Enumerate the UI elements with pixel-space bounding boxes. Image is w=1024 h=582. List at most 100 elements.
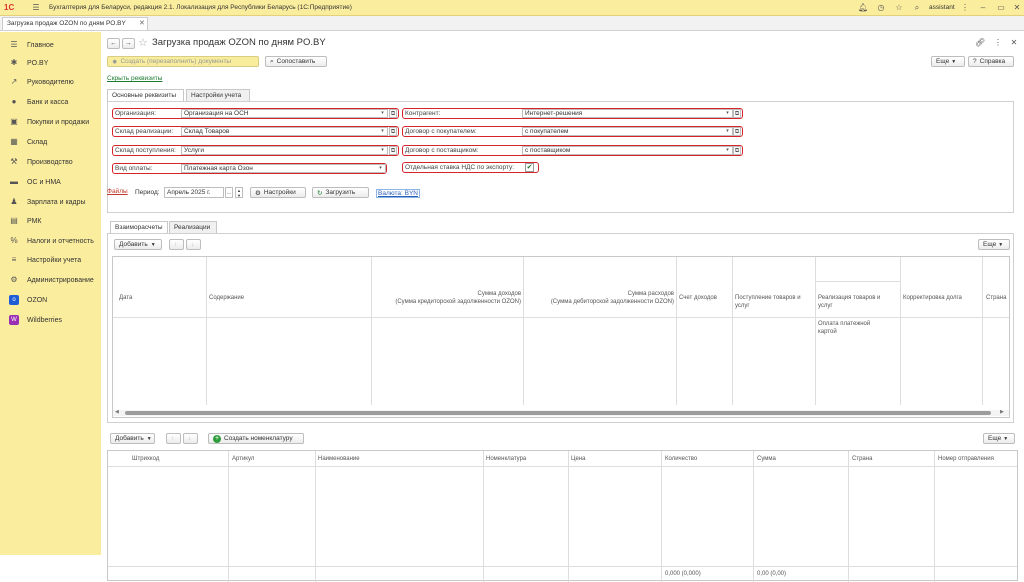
chevron-down-icon[interactable]: ▾ bbox=[724, 127, 731, 136]
open-icon[interactable]: ⧉ bbox=[389, 127, 397, 136]
sidebar-item-taxes[interactable]: % Налоги и отчетность bbox=[0, 232, 101, 250]
settings-button[interactable]: ⚙ Настройки bbox=[250, 187, 306, 198]
chevron-down-icon[interactable]: ▾ bbox=[379, 146, 386, 155]
favorite-star-icon[interactable]: ☆ bbox=[138, 36, 148, 49]
minimize-icon[interactable]: – bbox=[978, 3, 988, 13]
files-link[interactable]: Файлы bbox=[107, 188, 128, 195]
open-icon[interactable]: ⧉ bbox=[733, 127, 741, 136]
sale-warehouse-field[interactable]: Склад Товаров bbox=[181, 127, 388, 136]
col-content[interactable]: Содержание bbox=[209, 295, 244, 302]
organization-field[interactable]: Организация на ОСН bbox=[181, 109, 388, 118]
col-goods-receipt[interactable]: Поступление товаров и bbox=[735, 295, 801, 302]
sidebar-item-production[interactable]: ⚒ Производство bbox=[0, 153, 101, 171]
back-button[interactable]: ← bbox=[107, 38, 120, 49]
col-country[interactable]: Страна bbox=[986, 295, 1006, 302]
period-dots-icon[interactable]: … bbox=[225, 187, 233, 198]
currency-link[interactable]: Валюта: BYN bbox=[376, 189, 420, 198]
tab-close-icon[interactable]: ✕ bbox=[139, 19, 145, 27]
sidebar-item-rmk[interactable]: ▤ РМК bbox=[0, 212, 101, 230]
col-income-account[interactable]: Счет доходов bbox=[679, 295, 717, 302]
col-quantity[interactable]: Количество bbox=[665, 456, 697, 463]
col-shipment-number[interactable]: Номер отправления bbox=[938, 456, 994, 463]
col-price[interactable]: Цена bbox=[571, 456, 585, 463]
settings-menu-icon[interactable]: ⋮ bbox=[960, 3, 970, 13]
restore-icon[interactable]: ▭ bbox=[996, 3, 1006, 13]
sidebar-item-salary[interactable]: ♟ Зарплата и кадры bbox=[0, 193, 101, 211]
hide-details-link[interactable]: Скрыть реквизиты bbox=[107, 75, 162, 82]
sidebar-item-bank[interactable]: ● Банк и касса bbox=[0, 93, 101, 111]
sidebar-item-manager[interactable]: ↗ Руководителю bbox=[0, 73, 101, 91]
sidebar-item-wildberries[interactable]: W Wildberries bbox=[0, 311, 101, 329]
chevron-down-icon[interactable]: ▾ bbox=[377, 164, 384, 173]
add-row-button[interactable]: Добавить ▼ bbox=[110, 433, 155, 444]
help-button[interactable]: ? Справка bbox=[968, 56, 1014, 67]
scroll-right-icon[interactable]: ▶ bbox=[1000, 409, 1004, 415]
open-icon[interactable]: ⧉ bbox=[733, 109, 741, 118]
col-barcode[interactable]: Штрихкод bbox=[132, 456, 159, 463]
more-menu-icon[interactable]: ⋮ bbox=[993, 38, 1003, 48]
sidebar-item-warehouse[interactable]: ▦ Склад bbox=[0, 133, 101, 151]
link-icon[interactable]: 🔗︎ bbox=[975, 38, 985, 48]
period-field[interactable]: Апрель 2025 г. bbox=[164, 187, 224, 198]
tab-accounting-settings[interactable]: Настройки учета bbox=[186, 89, 250, 101]
col-debt-correction[interactable]: Корректировка долга bbox=[903, 295, 962, 302]
receipt-warehouse-field[interactable]: Услуги bbox=[181, 146, 388, 155]
load-button[interactable]: ↻ Загрузить bbox=[312, 187, 369, 198]
sidebar-item-purchases[interactable]: ▣ Покупки и продажи bbox=[0, 113, 101, 131]
create-documents-button[interactable]: ✸ Создать (перезаполнить) документы bbox=[107, 56, 259, 67]
vat-export-checkbox[interactable]: ✔ bbox=[525, 163, 534, 172]
tab-document[interactable]: Загрузка продаж OZON по дням PO.BY ✕ bbox=[2, 17, 148, 30]
sidebar-item-ozon[interactable]: o OZON bbox=[0, 291, 101, 309]
sidebar-item-accounting-settings[interactable]: ≡ Настройки учета bbox=[0, 251, 101, 269]
sidebar-item-main[interactable]: ☰ Главное bbox=[0, 36, 101, 54]
col-expense[interactable]: Сумма расходов bbox=[527, 291, 674, 298]
col-article[interactable]: Артикул bbox=[232, 456, 254, 463]
close-icon[interactable]: ✕ bbox=[1012, 3, 1022, 13]
horizontal-scrollbar[interactable]: ◀ ▶ bbox=[113, 409, 1009, 416]
col-card-payment[interactable]: Оплата платежной bbox=[818, 321, 870, 328]
chevron-down-icon[interactable]: ▾ bbox=[379, 127, 386, 136]
customer-contract-field[interactable]: с покупателем bbox=[522, 127, 733, 136]
row-down-button[interactable]: ↓ bbox=[183, 433, 198, 444]
favorites-icon[interactable]: ☆ bbox=[894, 3, 904, 13]
add-button[interactable]: Добавить ▼ bbox=[114, 239, 162, 250]
close-form-icon[interactable]: ✕ bbox=[1009, 38, 1019, 48]
supplier-contract-field[interactable]: с поставщиком bbox=[522, 146, 733, 155]
chevron-down-icon[interactable]: ▾ bbox=[724, 146, 731, 155]
chevron-down-icon[interactable]: ▾ bbox=[379, 109, 386, 118]
open-icon[interactable]: ⧉ bbox=[389, 109, 397, 118]
move-up-button[interactable]: ↑ bbox=[169, 239, 184, 250]
table1-more-button[interactable]: Еще ▼ bbox=[978, 239, 1010, 250]
tab-settlements[interactable]: Взаиморасчеты bbox=[110, 221, 168, 233]
hamburger-icon[interactable]: ☰ bbox=[31, 3, 41, 13]
search-icon[interactable]: ⌕ bbox=[912, 3, 922, 13]
sidebar-item-poby[interactable]: ✱ PO.BY bbox=[0, 54, 101, 72]
move-down-button[interactable]: ↓ bbox=[186, 239, 201, 250]
bell-icon[interactable]: 🔔︎ bbox=[858, 3, 868, 13]
col-income[interactable]: Сумма доходов bbox=[375, 291, 521, 298]
scroll-left-icon[interactable]: ◀ bbox=[115, 409, 119, 415]
open-icon[interactable]: ⧉ bbox=[389, 146, 397, 155]
col-nomenclature[interactable]: Номенклатура bbox=[486, 456, 526, 463]
user-name[interactable]: assistant bbox=[929, 4, 955, 11]
col-sum[interactable]: Сумма bbox=[757, 456, 776, 463]
col-goods-sale[interactable]: Реализация товаров и bbox=[818, 295, 880, 302]
row-up-button[interactable]: ↑ bbox=[166, 433, 181, 444]
table2-more-button[interactable]: Еще ▼ bbox=[983, 433, 1015, 444]
sidebar-item-assets[interactable]: ▬ ОС и НМА bbox=[0, 173, 101, 191]
counterparty-field[interactable]: Интернет-решения bbox=[522, 109, 733, 118]
col-country[interactable]: Страна bbox=[852, 456, 872, 463]
open-icon[interactable]: ⧉ bbox=[733, 146, 741, 155]
tab-sales[interactable]: Реализации bbox=[169, 221, 217, 233]
more-button[interactable]: Еще ▼ bbox=[931, 56, 965, 67]
create-nomenclature-button[interactable]: + Создать номенклатуру bbox=[208, 433, 304, 444]
col-name[interactable]: Наименование bbox=[318, 456, 360, 463]
scrollbar-thumb[interactable] bbox=[125, 411, 991, 415]
payment-type-field[interactable]: Платежная карта Озон bbox=[181, 164, 386, 173]
period-stepper[interactable]: ▲ ▼ bbox=[235, 187, 243, 198]
sidebar-item-admin[interactable]: ⚙ Администрирование bbox=[0, 271, 101, 289]
forward-button[interactable]: → bbox=[122, 38, 135, 49]
chevron-down-icon[interactable]: ▾ bbox=[724, 109, 731, 118]
history-icon[interactable]: ◷ bbox=[876, 3, 886, 13]
compare-button[interactable]: ⌕ Сопоставить bbox=[265, 56, 327, 67]
